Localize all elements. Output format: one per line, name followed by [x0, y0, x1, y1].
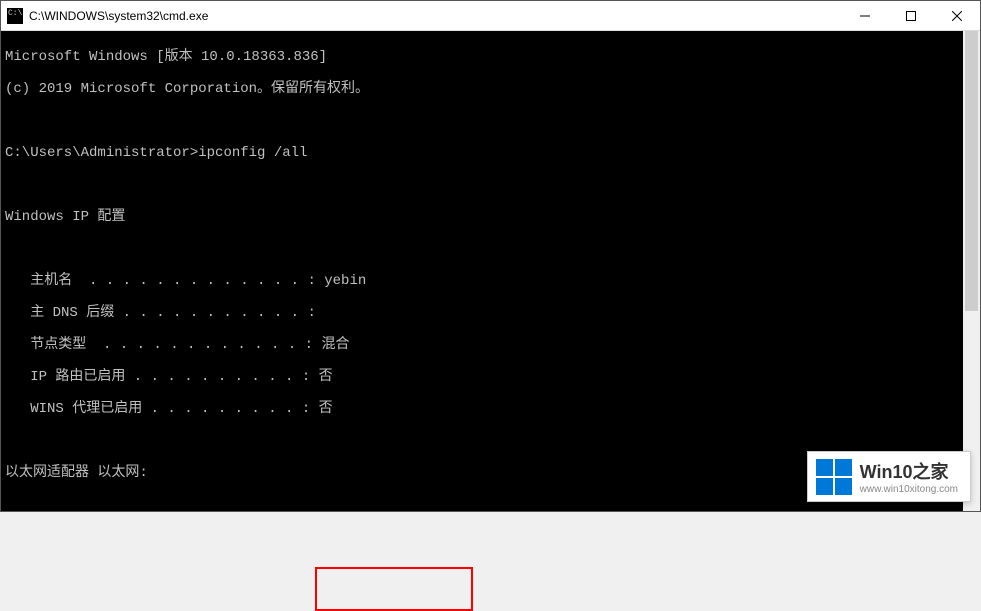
section-header: Windows IP 配置 — [5, 209, 959, 225]
vertical-scrollbar[interactable] — [963, 31, 980, 511]
scrollbar-thumb[interactable] — [965, 31, 978, 311]
blank — [5, 177, 959, 193]
label: IP 路由已启用 . . . . . . . . . . : — [5, 369, 319, 385]
watermark: Win10之家 www.win10xitong.com — [807, 451, 971, 502]
highlight-annotation — [315, 567, 472, 611]
primary-dns-row: 主 DNS 后缀 . . . . . . . . . . . : — [5, 305, 959, 321]
hostname-row: 主机名 . . . . . . . . . . . . . : yebin — [5, 273, 959, 289]
watermark-text: Win10之家 www.win10xitong.com — [860, 458, 958, 495]
terminal-output[interactable]: Microsoft Windows [版本 10.0.18363.836] (c… — [1, 31, 963, 511]
prompt: C:\Users\Administrator> — [5, 145, 198, 161]
value: 否 — [319, 369, 333, 385]
prompt-line: C:\Users\Administrator>ipconfig /all — [5, 145, 959, 161]
blank — [5, 433, 959, 449]
titlebar[interactable]: C:\WINDOWS\system32\cmd.exe — [1, 1, 980, 31]
terminal-area: Microsoft Windows [版本 10.0.18363.836] (c… — [1, 31, 980, 511]
value: 混合 — [321, 337, 349, 353]
blank — [5, 241, 959, 257]
watermark-url: www.win10xitong.com — [860, 484, 958, 495]
minimize-button[interactable] — [842, 1, 888, 30]
window-controls — [842, 1, 980, 30]
close-button[interactable] — [934, 1, 980, 30]
maximize-button[interactable] — [888, 1, 934, 30]
ip-routing-row: IP 路由已启用 . . . . . . . . . . : 否 — [5, 369, 959, 385]
node-type-row: 节点类型 . . . . . . . . . . . . : 混合 — [5, 337, 959, 353]
label: 节点类型 . . . . . . . . . . . . : — [5, 337, 321, 353]
label: 主机名 . . . . . . . . . . . . . : — [5, 273, 324, 289]
app-icon — [7, 8, 23, 24]
command: ipconfig /all — [198, 145, 307, 161]
windows-logo-icon — [816, 459, 852, 495]
cmd-window: C:\WINDOWS\system32\cmd.exe Microsoft Wi… — [0, 0, 981, 512]
window-title: C:\WINDOWS\system32\cmd.exe — [29, 9, 842, 23]
value: 否 — [319, 401, 333, 417]
version-line: Microsoft Windows [版本 10.0.18363.836] — [5, 49, 959, 65]
value: yebin — [324, 273, 366, 289]
wins-proxy-row: WINS 代理已启用 . . . . . . . . . : 否 — [5, 401, 959, 417]
watermark-brand: Win10之家 — [860, 458, 958, 484]
copyright-line: (c) 2019 Microsoft Corporation。保留所有权利。 — [5, 81, 959, 97]
label: WINS 代理已启用 . . . . . . . . . : — [5, 401, 319, 417]
blank — [5, 113, 959, 129]
label: 主 DNS 后缀 . . . . . . . . . . . : — [5, 305, 316, 321]
